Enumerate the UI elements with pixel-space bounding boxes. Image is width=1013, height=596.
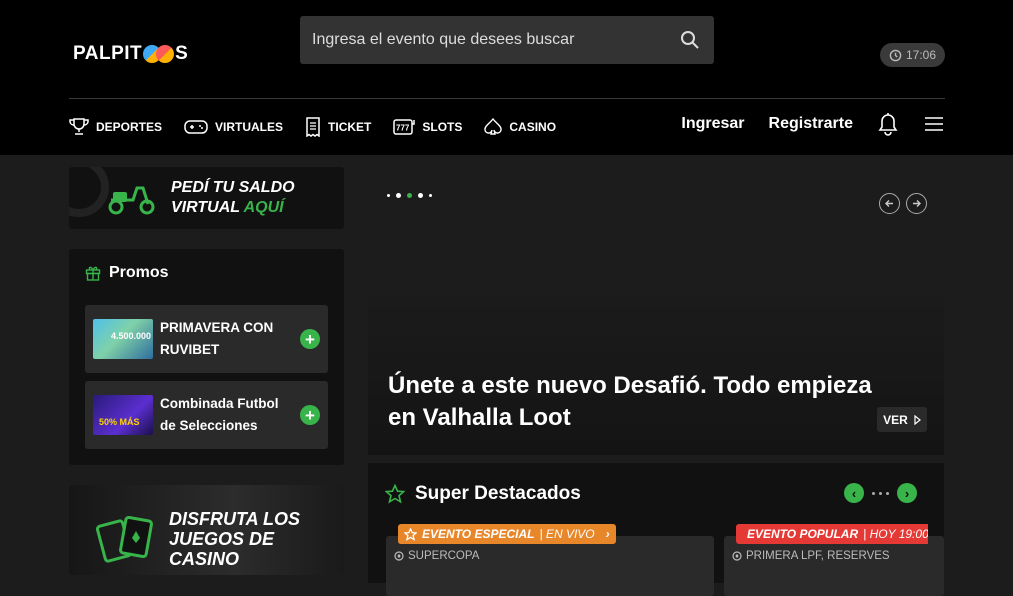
palpitos-logo[interactable]: PALPIT S: [73, 43, 188, 65]
nav-casino[interactable]: CASINO: [484, 118, 556, 136]
super-destacados-section: Super Destacados ‹ ›: [368, 463, 944, 596]
promo-thumbnail: 50% MÁS: [93, 395, 153, 435]
section-prev-button[interactable]: ‹: [844, 483, 864, 503]
promo-item-primavera[interactable]: 4.500.000 PRIMAVERA CON RUVIBET +: [85, 305, 328, 373]
section-pagination: ‹ ›: [844, 483, 917, 503]
nav-slots[interactable]: 777 SLOTS: [393, 118, 462, 136]
search-bar: [300, 16, 714, 64]
add-promo-button[interactable]: +: [300, 329, 320, 349]
svg-text:777: 777: [396, 124, 410, 133]
cards-icon: [95, 515, 153, 563]
search-input[interactable]: [312, 31, 680, 49]
header-divider: [69, 98, 945, 99]
gamepad-icon: [184, 120, 208, 134]
hamburger-menu-icon[interactable]: [923, 115, 945, 133]
carousel-next-button[interactable]: [906, 193, 927, 214]
promos-panel: Promos 4.500.000 PRIMAVERA CON RUVIBET +…: [69, 249, 344, 465]
star-outline-icon: [404, 527, 417, 541]
promos-heading: Promos: [85, 264, 169, 282]
section-dots: [872, 491, 889, 495]
arrow-right-icon: [913, 200, 921, 207]
ver-button[interactable]: VER: [877, 407, 927, 432]
account-nav: Ingresar Registrarte: [681, 112, 945, 136]
event-league-primera-lpf: PRIMERA LPF, RESERVES: [732, 550, 890, 562]
main-nav: DEPORTES VIRTUALES TICKET 777 SLOTS CASI…: [69, 110, 556, 144]
trophy-icon: [69, 118, 89, 135]
ball-icon: [156, 45, 175, 63]
slot-machine-icon: 777: [393, 119, 416, 135]
clock-badge: 17:06: [880, 43, 945, 67]
event-league-supercopa: SUPERCOPA: [394, 550, 479, 562]
star-icon: [385, 484, 405, 504]
play-arrow-icon: [914, 414, 921, 425]
carousel-dot[interactable]: [387, 194, 390, 197]
login-link[interactable]: Ingresar: [681, 115, 744, 133]
promo-thumbnail: 4.500.000: [93, 319, 153, 359]
event-card[interactable]: [724, 536, 944, 596]
soccer-ball-icon: [732, 551, 742, 561]
event-badge-special[interactable]: EVENTO ESPECIAL | EN VIVO ›: [398, 524, 616, 544]
hero-carousel: Únete a este nuevo Desafió. Todo empieza…: [368, 167, 944, 455]
carousel-dot[interactable]: [396, 193, 401, 198]
casino-banner-text: DISFRUTA LOS JUEGOS DE CASINO: [169, 509, 300, 569]
arrow-left-icon: [885, 200, 893, 207]
soccer-ball-icon: [394, 551, 404, 561]
carousel-arrows: [879, 193, 927, 214]
promo-item-combinada[interactable]: 50% MÁS Combinada Futbol de Selecciones …: [85, 381, 328, 449]
event-card[interactable]: [386, 536, 714, 596]
add-promo-button[interactable]: +: [300, 405, 320, 425]
hero-title: Únete a este nuevo Desafió. Todo empieza…: [388, 372, 872, 431]
ticket-icon: [306, 117, 320, 137]
casino-banner[interactable]: DISFRUTA LOS JUEGOS DE CASINO: [69, 485, 344, 575]
nav-virtuales[interactable]: VIRTUALES: [184, 118, 283, 136]
nav-deportes[interactable]: DEPORTES: [69, 118, 162, 136]
carousel-pagination: [387, 193, 432, 198]
register-link[interactable]: Registrarte: [769, 115, 853, 133]
chevron-right-icon: ›: [605, 527, 610, 541]
bell-icon[interactable]: [877, 112, 899, 136]
nav-ticket[interactable]: TICKET: [305, 117, 371, 137]
scooter-icon: [108, 186, 155, 215]
section-next-button[interactable]: ›: [897, 483, 917, 503]
virtual-balance-text: PEDÍ TU SALDO VIRTUAL AQUÍ: [171, 179, 295, 216]
carousel-dot-active[interactable]: [407, 193, 412, 198]
carousel-prev-button[interactable]: [879, 193, 900, 214]
carousel-dot[interactable]: [429, 194, 432, 197]
header: PALPIT S 17:06 DEPORTES: [0, 0, 1013, 155]
section-title: Super Destacados: [385, 483, 581, 505]
clock-time: 17:06: [905, 48, 937, 62]
spade-icon: [484, 118, 503, 135]
search-icon[interactable]: [680, 30, 700, 50]
virtual-balance-banner[interactable]: PEDÍ TU SALDO VIRTUAL AQUÍ: [69, 167, 344, 229]
carousel-dot[interactable]: [418, 193, 423, 198]
gift-icon: [85, 266, 101, 281]
clock-icon: [889, 49, 902, 61]
event-badge-popular[interactable]: EVENTO POPULAR | HOY 19:00: [736, 524, 928, 544]
